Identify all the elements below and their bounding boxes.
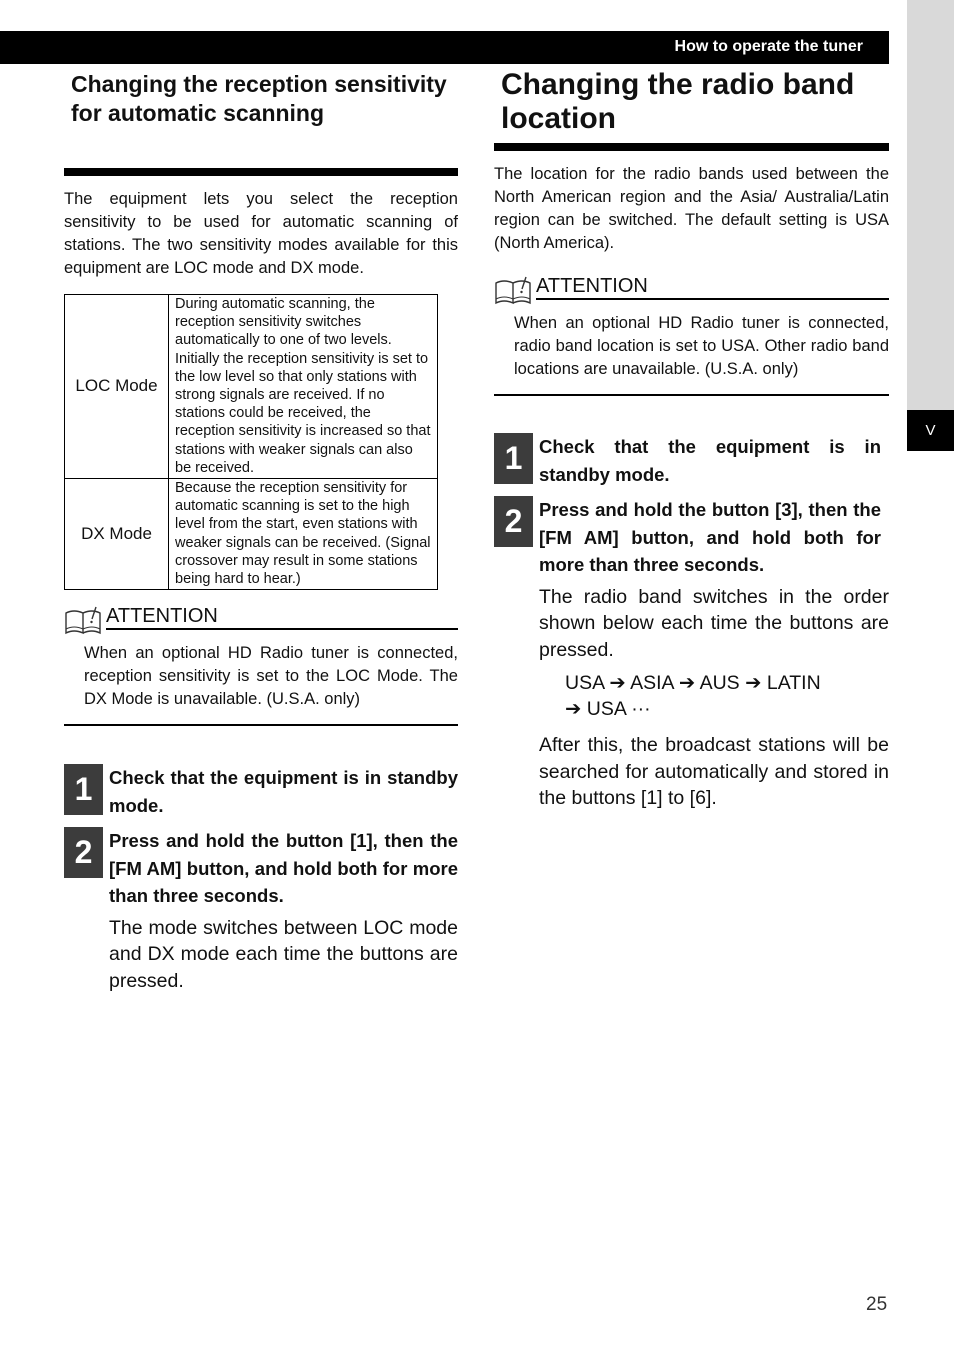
step-number: 2 bbox=[64, 827, 103, 879]
book-warning-icon bbox=[495, 276, 531, 305]
left-column: Changing the reception sensitivity for a… bbox=[64, 64, 458, 994]
attention-text: When an optional HD Radio tuner is conne… bbox=[84, 644, 458, 709]
intro-text: The equipment lets you select the recept… bbox=[64, 190, 458, 277]
page-number: 25 bbox=[866, 1294, 888, 1315]
heading-rule bbox=[494, 143, 889, 151]
side-strip bbox=[907, 0, 954, 410]
right-column: Changing the radio band location The loc… bbox=[494, 64, 889, 812]
step-text: Press and hold the button [1], then the … bbox=[109, 830, 458, 907]
mode-name: DX Mode bbox=[64, 478, 169, 591]
step-detail: The mode switches between LOC mode and D… bbox=[109, 916, 458, 992]
attention-text: When an optional HD Radio tuner is conne… bbox=[514, 314, 889, 378]
step-2: 2 Press and hold the button [1], then th… bbox=[64, 827, 458, 910]
table-row: DX Mode Because the reception sensitivit… bbox=[64, 478, 438, 591]
heading-rule bbox=[64, 168, 458, 176]
step-detail: The radio band switches in the order sho… bbox=[539, 585, 889, 661]
section-heading-band-location: Changing the radio band location bbox=[501, 68, 855, 135]
step-1: 1 Check that the equipment is in standby… bbox=[494, 433, 889, 488]
attention-end-rule bbox=[494, 394, 889, 396]
header-title: How to operate the tuner bbox=[674, 38, 863, 55]
step-text: Check that the equipment is in standby m… bbox=[539, 436, 881, 485]
attention-box: ATTENTION When an optional HD Radio tune… bbox=[494, 272, 889, 381]
chapter-tab-label: V bbox=[925, 422, 936, 439]
step-text: Press and hold the button [3], then the … bbox=[539, 499, 881, 575]
step-number: 1 bbox=[64, 764, 103, 816]
attention-box: ATTENTION When an optional HD Radio tune… bbox=[64, 602, 458, 711]
band-sequence-line: ➔ USA ··· bbox=[565, 698, 651, 720]
book-warning-icon bbox=[65, 607, 101, 635]
attention-end-rule bbox=[64, 724, 458, 727]
after-text: After this, the broadcast stations will … bbox=[539, 734, 889, 809]
step-2: 2 Press and hold the button [3], then th… bbox=[494, 496, 889, 579]
step-number: 1 bbox=[494, 433, 533, 484]
header-bar: How to operate the tuner bbox=[0, 31, 889, 64]
mode-description: Because the reception sensitivity for au… bbox=[168, 478, 438, 591]
modes-table: LOC Mode During automatic scanning, the … bbox=[64, 293, 438, 591]
mode-description: During automatic scanning, the reception… bbox=[168, 293, 438, 480]
attention-title: ATTENTION bbox=[106, 604, 458, 631]
step-1: 1 Check that the equipment is in standby… bbox=[64, 764, 458, 819]
band-sequence-line: USA ➔ ASIA ➔ AUS ➔ LATIN bbox=[565, 672, 821, 694]
mode-name: LOC Mode bbox=[64, 293, 169, 480]
step-text: Check that the equipment is in standby m… bbox=[109, 767, 458, 816]
chapter-tab: V bbox=[907, 410, 954, 451]
step-number: 2 bbox=[494, 496, 533, 547]
intro-text: The location for the radio bands used be… bbox=[494, 165, 889, 252]
band-sequence: USA ➔ ASIA ➔ AUS ➔ LATIN ➔ USA ··· bbox=[494, 670, 889, 722]
table-row: LOC Mode During automatic scanning, the … bbox=[64, 293, 438, 480]
attention-title: ATTENTION bbox=[536, 274, 889, 300]
section-heading-sensitivity: Changing the reception sensitivity for a… bbox=[71, 71, 447, 126]
